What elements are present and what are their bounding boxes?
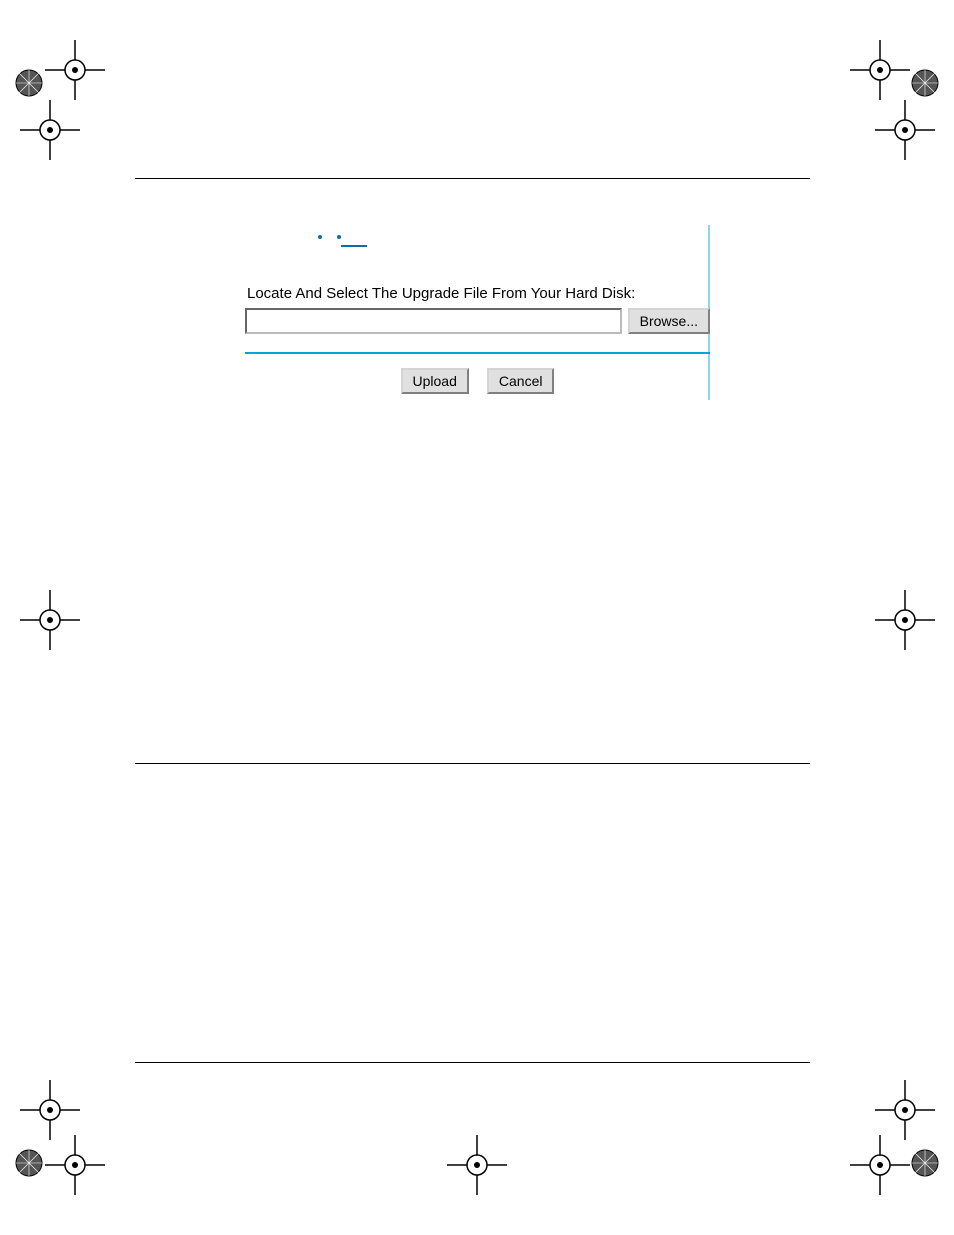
crop-mark-icon [875, 590, 935, 650]
registration-disc-icon [14, 1148, 44, 1178]
rule-middle [135, 763, 810, 764]
cancel-button[interactable]: Cancel [487, 368, 555, 394]
crop-mark-icon [447, 1135, 507, 1195]
browse-button[interactable]: Browse... [628, 308, 710, 334]
registration-disc-icon [910, 68, 940, 98]
registration-disc-icon [910, 1148, 940, 1178]
rule-bottom [135, 1062, 810, 1063]
upgrade-file-input[interactable] [245, 308, 622, 334]
crop-mark-icon [45, 40, 105, 100]
crop-mark-icon [850, 1135, 910, 1195]
upgrade-dialog: Locate And Select The Upgrade File From … [245, 225, 710, 394]
crop-mark-icon [850, 40, 910, 100]
instruction-text: Locate And Select The Upgrade File From … [247, 285, 710, 302]
upload-button[interactable]: Upload [401, 368, 469, 394]
dialog-title-area [245, 225, 710, 257]
crop-mark-icon [45, 1135, 105, 1195]
crop-mark-icon [875, 1080, 935, 1140]
crop-mark-icon [20, 100, 80, 160]
dialog-separator [245, 352, 710, 354]
title-fragment-icon [318, 235, 322, 239]
crop-mark-icon [875, 100, 935, 160]
title-fragment-icon [341, 245, 367, 247]
crop-mark-icon [20, 590, 80, 650]
title-fragment-icon [337, 235, 341, 239]
registration-disc-icon [14, 68, 44, 98]
file-select-row: Browse... [245, 308, 710, 334]
rule-top [135, 178, 810, 179]
crop-mark-icon [20, 1080, 80, 1140]
dialog-actions: Upload Cancel [245, 368, 710, 394]
